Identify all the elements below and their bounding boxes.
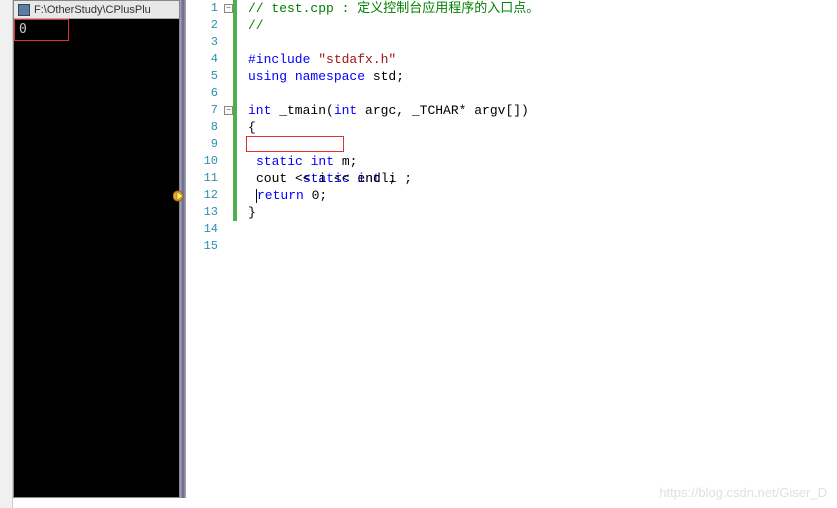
code-editor[interactable]: 1 − 2 3 4 5 6 7 − 8 — [180, 0, 837, 498]
console-window[interactable]: F:\OtherStudy\CPlusPlu 0 — [13, 0, 180, 498]
line-number: 13 — [196, 204, 218, 221]
gutter-row: 8 — [188, 119, 248, 136]
change-indicator — [233, 153, 237, 170]
line-number: 4 — [196, 51, 218, 68]
change-indicator — [233, 34, 237, 51]
line-number: 3 — [196, 34, 218, 51]
code-line: using namespace std; — [248, 68, 837, 85]
line-number: 1 — [196, 0, 218, 17]
change-indicator — [233, 102, 237, 119]
change-indicator — [233, 187, 237, 204]
change-indicator — [233, 136, 237, 153]
code-line: // — [248, 17, 837, 34]
line-number: 7 — [196, 102, 218, 119]
code-line: int _tmain(int argc, _TCHAR* argv[]) — [248, 102, 837, 119]
line-number: 8 — [196, 119, 218, 136]
code-line: static int i ; — [248, 136, 837, 153]
line-number: 15 — [196, 238, 218, 255]
gutter-row: 6 — [188, 85, 248, 102]
gutter-row: 15 — [188, 238, 248, 255]
line-number: 6 — [196, 85, 218, 102]
current-line-arrow-icon — [173, 189, 187, 203]
fold-toggle-icon[interactable]: − — [224, 106, 233, 115]
line-number: 11 — [196, 170, 218, 187]
gutter-row: 5 — [188, 68, 248, 85]
gutter-row: 9 — [188, 136, 248, 153]
code-line — [248, 238, 837, 255]
code-line — [248, 221, 837, 238]
console-titlebar[interactable]: F:\OtherStudy\CPlusPlu — [14, 1, 179, 19]
gutter-row: 2 — [188, 17, 248, 34]
code-line: #include "stdafx.h" — [248, 51, 837, 68]
change-indicator — [233, 204, 237, 221]
code-line — [248, 85, 837, 102]
gutter-row: 3 — [188, 34, 248, 51]
code-line: { — [248, 119, 837, 136]
code-line — [248, 34, 837, 51]
console-app-icon — [18, 4, 30, 16]
console-output-highlight — [14, 19, 69, 41]
line-number: 9 — [196, 136, 218, 153]
line-number: 12 — [196, 187, 218, 204]
editor-gutter[interactable]: 1 − 2 3 4 5 6 7 − 8 — [188, 0, 248, 498]
left-toolbar-stub — [0, 0, 13, 508]
change-indicator — [233, 0, 237, 17]
line-number: 10 — [196, 153, 218, 170]
line-number: 2 — [196, 17, 218, 34]
change-indicator — [233, 17, 237, 34]
gutter-row: 14 — [188, 221, 248, 238]
line-number: 5 — [196, 68, 218, 85]
code-line: // test.cpp : 定义控制台应用程序的入口点。 — [248, 0, 837, 17]
change-indicator — [233, 119, 237, 136]
gutter-row: 13 — [188, 204, 248, 221]
code-line: } — [248, 204, 837, 221]
line-number: 14 — [196, 221, 218, 238]
gutter-row: 10 — [188, 153, 248, 170]
gutter-row: 11 — [188, 170, 248, 187]
console-body[interactable]: 0 — [14, 19, 179, 497]
code-highlight-box — [246, 136, 344, 152]
code-line: cout << i << endl; — [248, 170, 837, 187]
change-indicator — [233, 51, 237, 68]
code-text-area[interactable]: // test.cpp : 定义控制台应用程序的入口点。 // #include… — [248, 0, 837, 498]
code-line: return 0; — [248, 187, 837, 204]
fold-toggle-icon[interactable]: − — [224, 4, 233, 13]
change-indicator — [233, 170, 237, 187]
console-title-text: F:\OtherStudy\CPlusPlu — [34, 4, 151, 16]
change-indicator — [233, 85, 237, 102]
code-line: static int m; — [248, 153, 837, 170]
gutter-row: 7 − — [188, 102, 248, 119]
gutter-row: 4 — [188, 51, 248, 68]
gutter-row: 1 − — [188, 0, 248, 17]
editor-left-scrollbar[interactable] — [180, 0, 186, 498]
gutter-row: 12 — [188, 187, 248, 204]
change-indicator — [233, 68, 237, 85]
